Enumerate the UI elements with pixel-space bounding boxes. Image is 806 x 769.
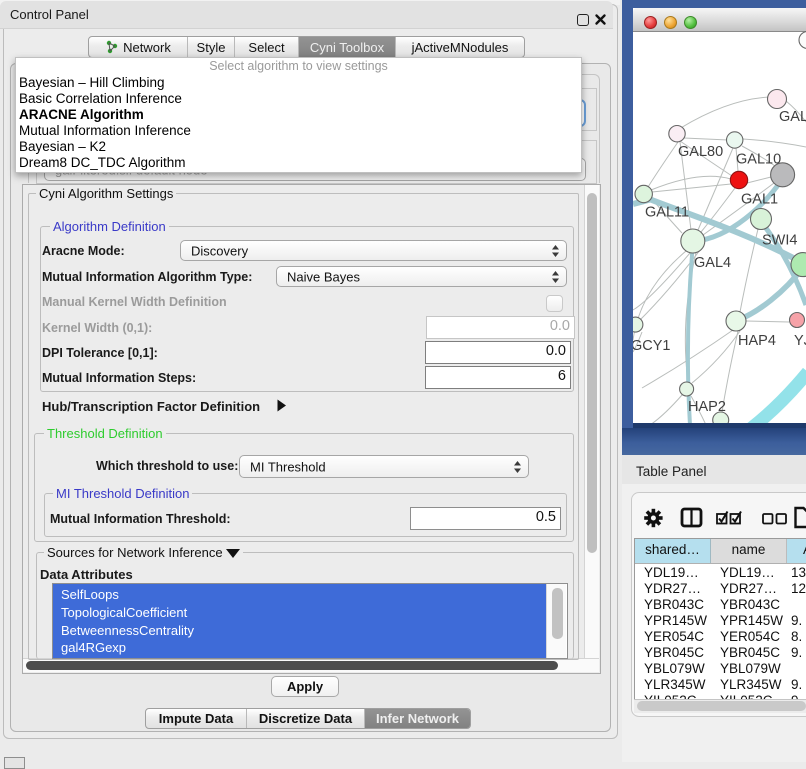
- svg-text:GAL4: GAL4: [694, 255, 731, 271]
- svg-text:GAL10: GAL10: [736, 152, 781, 168]
- svg-text:GAL1: GAL1: [741, 192, 778, 208]
- svg-text:GAL2: GAL2: [779, 109, 806, 125]
- svg-text:HAP4: HAP4: [738, 333, 776, 349]
- svg-text:GCY1: GCY1: [633, 338, 671, 354]
- svg-text:HAP2: HAP2: [688, 399, 726, 415]
- svg-text:SWI4: SWI4: [762, 233, 797, 249]
- svg-text:YJ: YJ: [794, 333, 806, 349]
- svg-text:GAL11: GAL11: [645, 205, 689, 221]
- svg-text:GAL80: GAL80: [678, 144, 723, 160]
